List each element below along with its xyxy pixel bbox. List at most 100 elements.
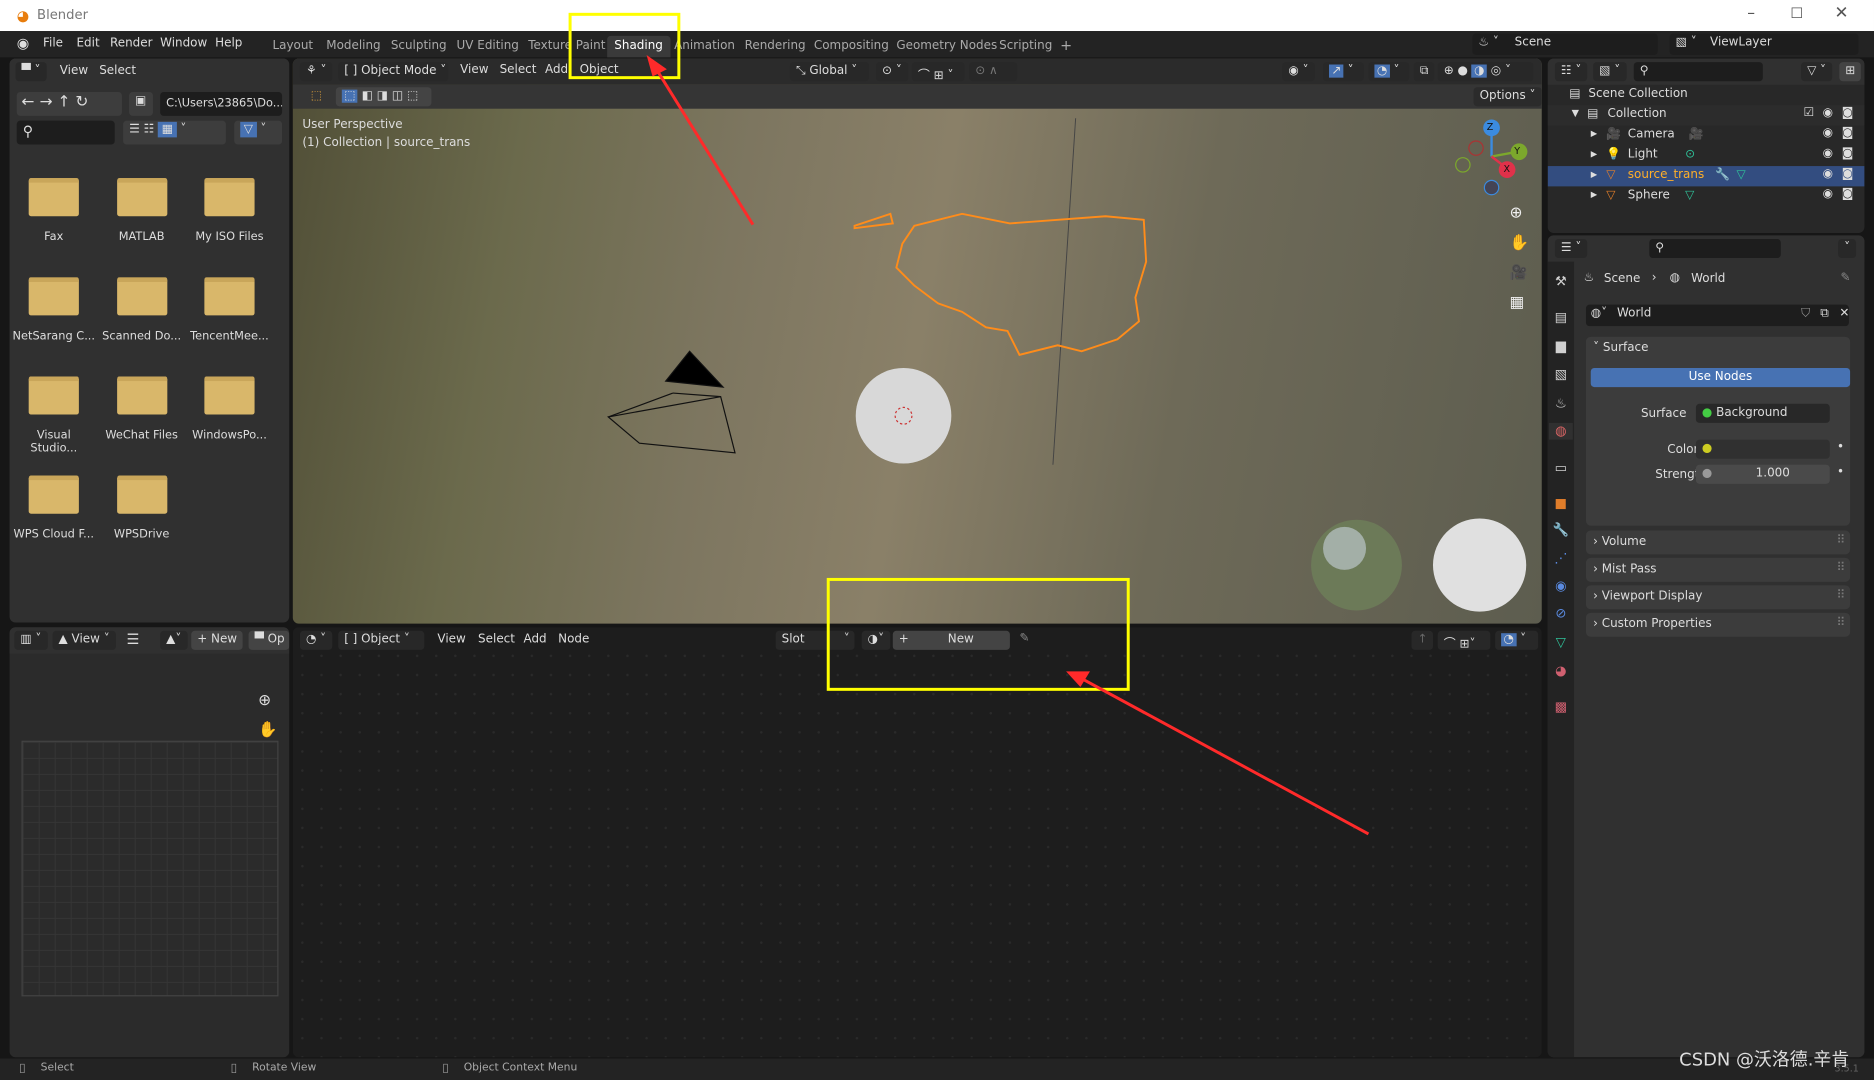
zoom-icon[interactable]: ⊕ — [1509, 204, 1522, 222]
render-camera-icon[interactable]: ◙ — [1842, 167, 1854, 180]
slot-dropdown[interactable]: Slot ˅ — [775, 630, 855, 650]
render-camera-icon[interactable]: ◙ — [1842, 127, 1854, 140]
expand-arrow-icon[interactable]: ▼ — [1572, 108, 1579, 119]
render-tab-icon[interactable]: ▤ — [1551, 309, 1570, 326]
expand-arrow-icon[interactable]: ▶ — [1591, 149, 1597, 159]
eye-icon[interactable]: ◉ — [1823, 147, 1833, 160]
exclude-checkbox[interactable]: ☑ — [1803, 106, 1814, 119]
scene-selector[interactable]: ♨ ˅ Scene — [1472, 33, 1658, 55]
object-tab-icon[interactable]: ■ — [1551, 496, 1570, 513]
view-layer-tab-icon[interactable]: ▧ — [1551, 367, 1570, 384]
tab-animation[interactable]: Animation — [667, 36, 742, 58]
tool-tab-icon[interactable]: ⚒ — [1551, 274, 1570, 291]
expand-arrow-icon[interactable]: ▶ — [1591, 190, 1597, 200]
texture-tab-icon[interactable]: ▩ — [1551, 699, 1570, 716]
blender-menu-icon[interactable]: ◉ — [17, 35, 30, 52]
image-browse-button[interactable]: ▲˅ — [160, 630, 188, 650]
modifier-icon[interactable]: 🔧 — [1715, 168, 1730, 181]
menu-window[interactable]: Window — [160, 37, 207, 50]
maximize-button[interactable]: ☐ — [1790, 5, 1803, 22]
menu-add[interactable]: Add — [523, 633, 546, 646]
zoom-icon[interactable]: ⊕ — [258, 692, 271, 710]
filter-dropdown[interactable]: ▽ ˅ — [1801, 62, 1833, 82]
use-nodes-button[interactable]: Use Nodes — [1590, 367, 1851, 388]
folder-item[interactable]: NetSarang C... — [12, 277, 96, 343]
eye-icon[interactable]: ◉ — [1823, 167, 1833, 180]
render-camera-icon[interactable]: ◙ — [1842, 147, 1854, 160]
new-folder-button[interactable]: ▣ — [129, 91, 153, 116]
folder-item[interactable]: Visual Studio... — [12, 376, 96, 455]
tab-texture-paint[interactable]: Texture Paint — [521, 36, 612, 58]
menu-render[interactable]: Render — [110, 37, 153, 50]
filter-button[interactable]: ▽ ˅ — [234, 120, 283, 145]
outliner-item[interactable]: ▶ ▽ Sphere ▽ ◉ ◙ — [1548, 186, 1865, 206]
eye-icon[interactable]: ◉ — [1823, 127, 1833, 140]
render-camera-icon[interactable]: ◙ — [1842, 188, 1854, 201]
menu-help[interactable]: Help — [215, 37, 242, 50]
collapsed-panel[interactable]: › Mist Pass ⠿ — [1585, 557, 1851, 582]
new-material-button[interactable]: + New — [892, 630, 1010, 650]
tab-sculpting[interactable]: Sculpting — [384, 36, 454, 58]
collapsed-panel[interactable]: › Volume ⠿ — [1585, 530, 1851, 555]
camera-view-icon[interactable]: 🎥 — [1509, 264, 1527, 281]
tab-rendering[interactable]: Rendering — [737, 36, 812, 58]
outliner-item[interactable]: ▶ ▽ source_trans 🔧 ▽ ◉ ◙ — [1547, 166, 1865, 187]
tab-modeling[interactable]: Modeling — [319, 36, 388, 58]
outliner-collection[interactable]: ▼ ▤ Collection ☑ ◉ ◙ — [1547, 105, 1865, 126]
tab-geometry-nodes[interactable]: Geometry Nodes — [889, 36, 1004, 58]
world-browse-icon[interactable]: ◍˅ — [1591, 307, 1607, 320]
eye-icon[interactable]: ◉ — [1823, 106, 1833, 119]
unlink-icon[interactable]: ✕ — [1839, 307, 1849, 320]
folder-item[interactable]: My ISO Files — [188, 178, 272, 244]
open-image-button[interactable]: ▀ Op — [248, 630, 290, 650]
snap-toggle[interactable]: ⌒ ⊞˅ — [1437, 630, 1491, 651]
panel-toggle[interactable]: › Custom Properties — [1593, 618, 1712, 631]
menu-view[interactable]: View — [437, 633, 465, 646]
keyframe-dot[interactable]: • — [1837, 441, 1844, 454]
pan-hand-icon[interactable]: ✋ — [1509, 234, 1528, 252]
folder-item[interactable]: Fax — [12, 178, 96, 244]
folder-item[interactable]: TencentMee... — [188, 277, 272, 343]
pin-icon[interactable]: ✎ — [1019, 632, 1029, 645]
gizmo-z-label[interactable]: Z — [1487, 122, 1494, 133]
menu-edit[interactable]: Edit — [76, 37, 99, 50]
tab-layout[interactable]: Layout — [265, 36, 320, 58]
menu-select[interactable]: Select — [478, 633, 515, 646]
tab-compositing[interactable]: Compositing — [807, 36, 896, 58]
strength-field[interactable]: ● 1.000 — [1695, 464, 1830, 484]
duplicate-icon[interactable]: ⧉ — [1820, 307, 1829, 320]
new-collection-button[interactable]: ⊞ — [1839, 62, 1862, 82]
shader-type-dropdown[interactable]: [ ] Object ˅ — [338, 630, 425, 650]
eye-icon[interactable]: ◉ — [1823, 188, 1833, 201]
scene-tab-icon[interactable]: ♨ — [1551, 395, 1570, 412]
display-mode-dropdown[interactable]: ▧ ˅ — [1593, 62, 1627, 82]
tab-uv-editing[interactable]: UV Editing — [449, 36, 526, 58]
gizmo-x-label[interactable]: X — [1503, 164, 1510, 175]
pan-hand-icon[interactable]: ✋ — [258, 722, 277, 740]
outliner-scene-collection[interactable]: ▤ Scene Collection — [1548, 85, 1865, 105]
expand-arrow-icon[interactable]: ▶ — [1591, 170, 1597, 180]
folder-item[interactable]: WPS Cloud F... — [12, 475, 96, 541]
shader-node-editor[interactable]: ◔ ˅ [ ] Object ˅ View Select Add Node Sl… — [292, 627, 1542, 1058]
drag-handle-icon[interactable]: ⠿ — [1837, 562, 1846, 575]
mesh-data-icon[interactable]: ▽ — [1737, 168, 1746, 181]
folder-item[interactable]: WeChat Files — [100, 376, 184, 442]
editor-type-button[interactable]: ▥ ˅ — [14, 630, 48, 650]
path-field[interactable]: C:\Users\23865\Do... — [160, 91, 283, 116]
gizmo-y-label[interactable]: Y — [1514, 146, 1520, 157]
output-tab-icon[interactable]: ▆ — [1551, 338, 1570, 355]
close-button[interactable]: ✕ — [1835, 4, 1849, 23]
menu-select[interactable]: Select — [99, 65, 136, 78]
folder-item[interactable]: Scanned Do... — [100, 277, 184, 343]
menu-file[interactable]: File — [43, 37, 63, 50]
data-tab-icon[interactable]: ▽ — [1551, 634, 1570, 651]
material-tab-icon[interactable]: ◕ — [1551, 663, 1570, 680]
panel-toggle[interactable]: › Viewport Display — [1593, 590, 1702, 603]
tab-scripting[interactable]: Scripting — [992, 36, 1059, 58]
overlay-toggle[interactable]: ◔ ˅ — [1495, 630, 1539, 650]
drag-handle-icon[interactable]: ⠿ — [1837, 616, 1846, 629]
add-workspace-button[interactable]: + — [1053, 33, 1079, 55]
editor-type-button[interactable]: ◔ ˅ — [299, 630, 333, 650]
thumbnail-view-icon[interactable]: ▦ — [158, 121, 177, 138]
nav-buttons[interactable]: ← → ↑ ↻ — [16, 91, 122, 116]
